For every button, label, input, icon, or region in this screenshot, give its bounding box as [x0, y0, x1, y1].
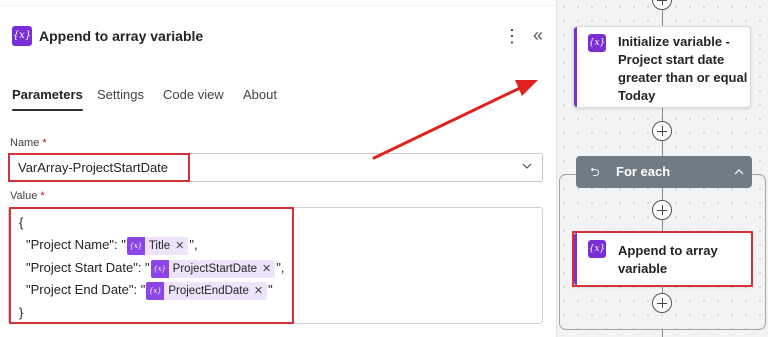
value-highlight-box — [9, 207, 294, 324]
collapse-panel-button[interactable]: « — [529, 24, 547, 48]
name-field-label: Name * — [10, 137, 47, 149]
tab-code-view[interactable]: Code view — [163, 86, 224, 116]
name-highlight-box — [8, 153, 190, 182]
loop-icon: ⮌ — [590, 165, 600, 179]
card-title-line: Today — [618, 88, 656, 103]
tab-parameters[interactable]: Parameters — [12, 86, 83, 116]
chevron-up-icon[interactable] — [734, 167, 744, 177]
panel-header: {x} Append to array variable ⋮ « — [0, 14, 556, 54]
add-step-icon[interactable] — [652, 293, 672, 313]
foreach-label: For each — [616, 164, 671, 179]
initialize-variable-title: Initialize variable - Project start date… — [618, 33, 747, 105]
add-step-icon[interactable] — [652, 121, 672, 141]
card-title-line: Project start date — [618, 52, 725, 67]
value-field-label: Value * — [10, 190, 45, 202]
panel-top-edge — [0, 0, 556, 6]
card-title-line: greater than or equal — [618, 70, 748, 85]
tab-about[interactable]: About — [243, 86, 277, 116]
variable-icon: {x} — [588, 34, 606, 52]
foreach-header[interactable]: ⮌ For each — [576, 156, 752, 188]
more-options-button[interactable]: ⋮ — [503, 24, 521, 48]
value-label-text: Value — [10, 190, 38, 202]
add-step-icon[interactable] — [652, 200, 672, 220]
card-accent-bar — [574, 27, 577, 107]
initialize-variable-card[interactable]: {x} Initialize variable - Project start … — [573, 26, 751, 108]
action-details-panel: {x} Append to array variable ⋮ « Paramet… — [0, 0, 556, 337]
required-asterisk: * — [40, 190, 45, 202]
flow-connector — [662, 330, 663, 337]
variable-icon: {x} — [12, 26, 32, 46]
required-asterisk: * — [42, 137, 47, 149]
name-label-text: Name — [10, 137, 40, 149]
card-title-line: Initialize variable - — [618, 34, 730, 49]
panel-title: Append to array variable — [39, 28, 204, 44]
tab-settings[interactable]: Settings — [97, 86, 144, 116]
chevron-down-icon — [522, 163, 532, 169]
append-card-highlight-box — [572, 231, 753, 287]
